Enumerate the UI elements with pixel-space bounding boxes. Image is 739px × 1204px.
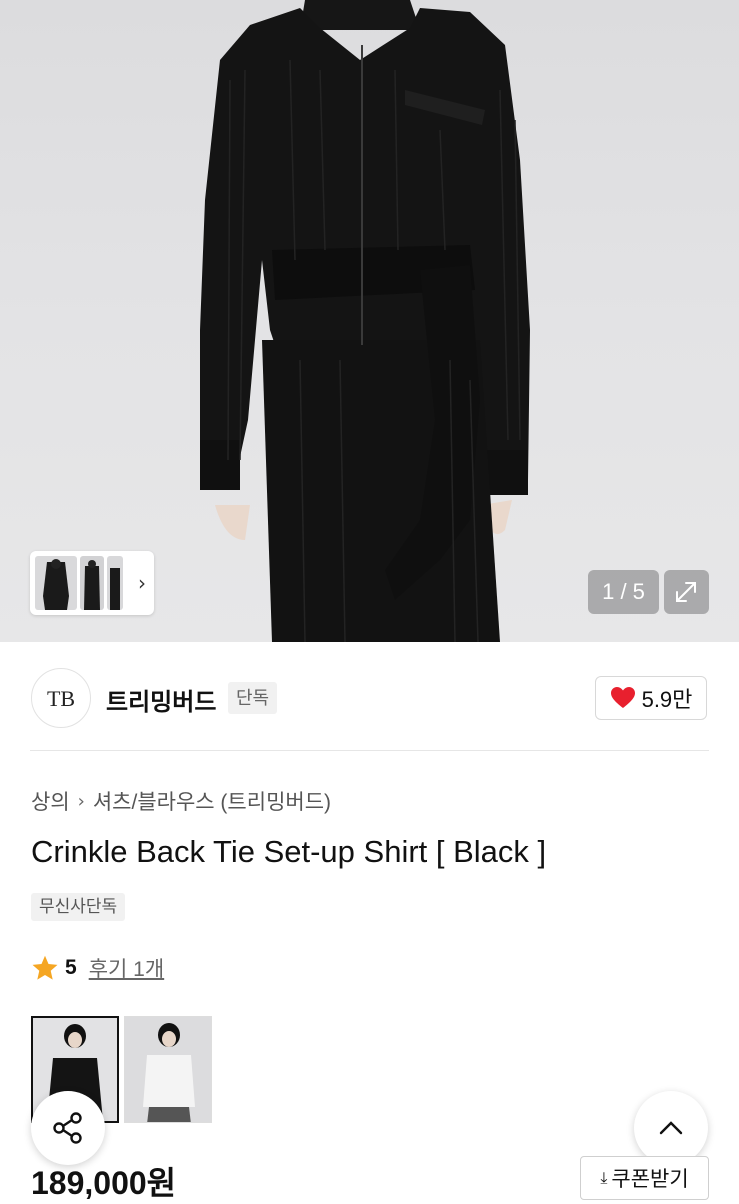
thumbnail-1[interactable] [35,556,77,610]
coupon-label: 쿠폰받기 [611,1168,689,1191]
divider [30,750,709,751]
brand-name[interactable]: 트리밍버드 [106,682,216,717]
exclusive-badge: 단독 [228,682,278,714]
variant-white[interactable] [124,1016,212,1123]
chevron-right-icon[interactable]: › [138,571,146,595]
download-icon: ⤓ [600,1168,608,1187]
musinsa-exclusive-badge: 무신사단독 [31,893,126,921]
like-button[interactable]: 5.9만 [595,676,707,720]
product-price: 189,000원 [31,1165,177,1201]
expand-icon[interactable] [664,570,709,614]
product-title: Crinkle Back Tie Set-up Shirt [ Black ] [31,834,547,869]
product-image-gallery[interactable]: › 1 / 5 [0,0,739,642]
share-button[interactable] [31,1091,105,1165]
rating-score: 5 [65,956,77,979]
star-icon [32,955,58,980]
heart-icon [610,687,635,708]
thumbnail-strip[interactable]: › [30,551,154,615]
svg-text:TB: TB [47,686,75,711]
reviews-link[interactable]: 후기 1개 [89,953,164,983]
product-photo [200,0,530,642]
brand-logo[interactable]: TB [31,668,91,728]
breadcrumb-item-subcategory[interactable]: 셔츠/블라우스 (트리밍버드) [93,786,331,816]
image-counter: 1 / 5 [588,570,659,614]
breadcrumb: 상의 › 셔츠/블라우스 (트리밍버드) [31,786,331,816]
chevron-up-icon [659,1121,683,1135]
coupon-button[interactable]: ⤓ 쿠폰받기 [580,1156,709,1200]
breadcrumb-item-category[interactable]: 상의 [31,786,70,816]
rating-row: 5 후기 1개 [31,953,164,983]
share-icon [53,1112,82,1144]
thumbnail-3[interactable] [107,556,123,610]
like-count: 5.9만 [641,687,693,712]
chevron-right-icon: › [77,790,85,812]
scroll-top-button[interactable] [634,1091,708,1165]
thumbnail-2[interactable] [80,556,104,610]
